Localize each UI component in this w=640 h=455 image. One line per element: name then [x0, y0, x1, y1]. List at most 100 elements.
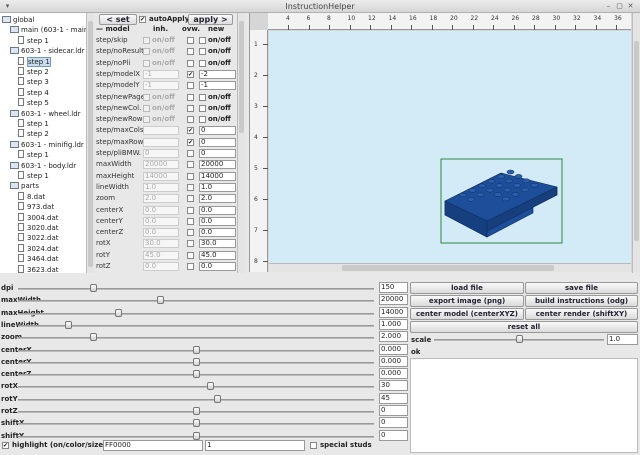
- tree-scroll-thumb[interactable]: [88, 21, 93, 267]
- slider-knob[interactable]: [207, 382, 215, 391]
- center-model-button[interactable]: center model (centerXYZ): [410, 308, 524, 320]
- tree-item[interactable]: main (603-1 - main: [10, 25, 86, 35]
- slider-value-input[interactable]: 0.000: [379, 368, 408, 380]
- slider-track[interactable]: [18, 300, 374, 303]
- new-value-input[interactable]: 45.0: [199, 250, 236, 260]
- slider-knob[interactable]: [193, 431, 200, 440]
- new-value-input[interactable]: 0.0: [199, 228, 236, 238]
- model-tree[interactable]: global main (603-1 - main step 1 603-1 - si…: [0, 13, 87, 273]
- slider-value-input[interactable]: 45: [379, 392, 408, 404]
- overwrite-checkbox[interactable]: [187, 104, 194, 112]
- slider-track[interactable]: [18, 337, 374, 340]
- window-menu-icon[interactable]: ▾: [4, 3, 11, 10]
- new-value-input[interactable]: -2: [199, 69, 236, 79]
- tree-item[interactable]: step 2: [18, 67, 49, 77]
- new-value-checkbox[interactable]: [199, 37, 206, 44]
- slider-knob[interactable]: [214, 394, 222, 403]
- slider-value-input[interactable]: 0.000: [379, 355, 408, 367]
- overwrite-checkbox[interactable]: [187, 263, 194, 270]
- tree-item[interactable]: 603-1 - wheel.ldr: [10, 109, 81, 119]
- slider-value-input[interactable]: 0: [379, 429, 408, 441]
- save-file-button[interactable]: save file: [525, 282, 638, 294]
- tree-item[interactable]: 3464.dat: [18, 254, 59, 264]
- slider-value-input[interactable]: 0: [379, 417, 408, 429]
- slider-value-input[interactable]: 14000: [379, 306, 408, 318]
- tree-item[interactable]: step 1: [18, 119, 49, 129]
- tree-item[interactable]: parts: [10, 181, 39, 191]
- slider-value-input[interactable]: 2.000: [379, 331, 408, 343]
- autoapply-checkbox[interactable]: ✔: [139, 16, 146, 23]
- special-studs-checkbox[interactable]: [310, 442, 317, 449]
- build-instructions-button[interactable]: build instructions (odg): [525, 295, 638, 307]
- slider-knob[interactable]: [64, 320, 72, 329]
- new-value-input[interactable]: 0: [199, 126, 236, 136]
- tree-item[interactable]: 3024.dat: [18, 243, 59, 254]
- overwrite-checkbox[interactable]: ✔: [187, 138, 194, 146]
- new-value-checkbox[interactable]: [199, 104, 206, 112]
- tree-item[interactable]: global: [2, 15, 34, 25]
- overwrite-checkbox[interactable]: [187, 240, 194, 248]
- slider-value-input[interactable]: 1.000: [379, 318, 408, 330]
- viewer-vscroll-thumb[interactable]: [634, 41, 639, 241]
- tree-item[interactable]: step 3: [18, 77, 49, 87]
- tree-item[interactable]: 3020.dat: [18, 223, 59, 233]
- slider-value-input[interactable]: 30: [379, 380, 408, 392]
- tree-item[interactable]: 3022.dat: [18, 233, 59, 243]
- overwrite-checkbox[interactable]: ✔: [187, 70, 194, 78]
- tree-item[interactable]: 8.dat: [18, 191, 45, 202]
- slider-knob[interactable]: [193, 345, 200, 354]
- viewer-hscroll-thumb[interactable]: [342, 265, 554, 271]
- overwrite-checkbox[interactable]: [187, 217, 194, 225]
- slider-knob[interactable]: [89, 333, 97, 342]
- slider-knob[interactable]: [193, 419, 200, 428]
- slider-track[interactable]: [18, 386, 374, 389]
- slider-value-input[interactable]: 0.000: [379, 343, 408, 355]
- new-value-input[interactable]: 0.0: [199, 216, 236, 226]
- tree-item[interactable]: 603-1 - body.ldr: [10, 161, 76, 171]
- overwrite-checkbox[interactable]: [187, 93, 194, 101]
- tree-item[interactable]: 973.dat: [18, 202, 54, 212]
- slider-value-input[interactable]: 20000: [379, 294, 408, 306]
- center-render-button[interactable]: center render (shiftXY): [525, 308, 638, 320]
- slider-value-input[interactable]: 0: [379, 405, 408, 416]
- overwrite-checkbox[interactable]: [187, 183, 194, 191]
- overwrite-checkbox[interactable]: [187, 195, 194, 203]
- close-icon[interactable]: ✕: [627, 3, 634, 10]
- slider-value-input[interactable]: 150: [379, 282, 408, 293]
- new-value-input[interactable]: 0: [199, 149, 236, 158]
- overwrite-checkbox[interactable]: [187, 150, 194, 157]
- overwrite-checkbox[interactable]: [187, 206, 194, 214]
- slider-knob[interactable]: [193, 357, 200, 366]
- new-value-checkbox[interactable]: [199, 116, 206, 124]
- overwrite-checkbox[interactable]: [187, 48, 194, 56]
- tree-item[interactable]: 603-1 - sidecar.ldr: [10, 46, 85, 56]
- tree-item[interactable]: step 4: [18, 87, 49, 98]
- slider-track[interactable]: [18, 398, 374, 401]
- highlight-size-input[interactable]: 1: [205, 440, 305, 451]
- new-value-input[interactable]: 0.0: [199, 205, 236, 215]
- slider-track[interactable]: [18, 288, 374, 290]
- slider-knob[interactable]: [193, 407, 200, 415]
- render-canvas[interactable]: [269, 31, 631, 263]
- new-value-input[interactable]: 14000: [199, 171, 236, 181]
- new-value-input[interactable]: 1.0: [199, 182, 236, 192]
- export-image-button[interactable]: export image (png): [410, 295, 524, 307]
- new-value-checkbox[interactable]: [199, 59, 206, 67]
- slider-knob[interactable]: [114, 308, 122, 317]
- new-value-input[interactable]: 30.0: [199, 239, 236, 249]
- maximize-icon[interactable]: ▢: [616, 3, 623, 10]
- new-value-checkbox[interactable]: [199, 48, 206, 56]
- overwrite-checkbox[interactable]: [187, 251, 194, 259]
- tree-item[interactable]: step 1: [18, 35, 49, 46]
- new-value-input[interactable]: 0: [199, 137, 236, 147]
- highlight-checkbox[interactable]: ✔: [2, 442, 9, 449]
- overwrite-checkbox[interactable]: [187, 37, 194, 44]
- overwrite-checkbox[interactable]: [187, 116, 194, 124]
- overwrite-checkbox[interactable]: [187, 59, 194, 67]
- tree-item[interactable]: step 1: [18, 150, 49, 160]
- tree-item[interactable]: step 1: [18, 56, 51, 67]
- new-value-checkbox[interactable]: [199, 93, 206, 101]
- scale-input[interactable]: 1.0: [607, 334, 638, 345]
- overwrite-checkbox[interactable]: [187, 82, 194, 90]
- viewer-vscrollbar[interactable]: [632, 13, 640, 273]
